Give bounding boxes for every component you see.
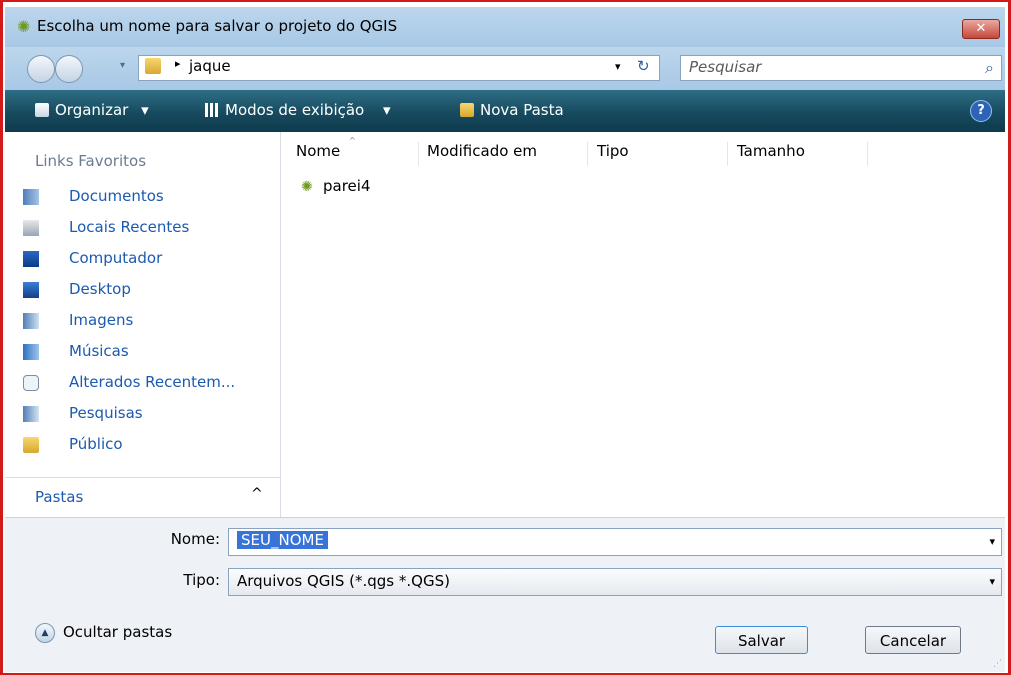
chevron-down-icon[interactable]: ▾ [989, 535, 995, 548]
window-title: Escolha um nome para salvar o projeto do… [37, 17, 398, 35]
chevron-down-icon: ▾ [141, 101, 149, 119]
type-label: Tipo: [183, 571, 220, 589]
public-folder-icon [23, 437, 39, 453]
organize-icon [35, 103, 49, 117]
column-header-label: Modificado em [427, 142, 538, 160]
save-button[interactable]: Salvar [715, 626, 808, 654]
collapse-icon: ▲ [35, 623, 55, 643]
file-name-value: SEU_NOME [237, 531, 328, 549]
file-list: Nome ^ Modificado em Tipo Tamanho ✺ pare… [281, 132, 1005, 517]
qgis-file-icon: ✺ [301, 179, 313, 195]
chevron-down-icon: ▾ [989, 575, 995, 588]
recent-places-icon [23, 220, 39, 236]
folders-toggle[interactable]: Pastas ^ [5, 477, 280, 516]
music-icon [23, 344, 39, 360]
hide-folders-label: Ocultar pastas [63, 623, 173, 641]
column-header-label: Tipo [597, 142, 629, 160]
sidebar-item-label: Locais Recentes [69, 218, 190, 236]
file-name: parei4 [323, 177, 371, 195]
column-header-modificado[interactable]: Modificado em [427, 142, 588, 166]
chevron-down-icon: ▾ [383, 101, 391, 119]
breadcrumb-current[interactable]: jaque [189, 57, 231, 75]
desktop-icon [23, 282, 39, 298]
views-menu[interactable]: Modos de exibição ▾ [205, 101, 391, 119]
chevron-up-icon: ^ [251, 486, 263, 502]
column-header-tipo[interactable]: Tipo [597, 142, 728, 166]
close-button[interactable]: ✕ [962, 19, 1000, 39]
computer-icon [23, 251, 39, 267]
sidebar-item-label: Desktop [69, 280, 131, 298]
search-icon[interactable]: ⌕ [985, 58, 994, 78]
resize-grip-icon[interactable]: ⋰ [993, 659, 1002, 669]
command-toolbar: Organizar ▾ Modos de exibição ▾ Nova Pas… [5, 90, 1005, 132]
address-row: ▾ ▸ jaque ▾ ↻ Pesquisar ⌕ [5, 47, 1005, 90]
cancel-button[interactable]: Cancelar [865, 626, 961, 654]
file-type-select[interactable]: Arquivos QGIS (*.qgs *.QGS) ▾ [228, 568, 1002, 596]
column-header-label: Tamanho [737, 142, 805, 160]
sidebar-item-label: Alterados Recentem... [69, 373, 236, 391]
qgis-icon: ✺ [17, 17, 31, 36]
sidebar-item-label: Computador [69, 249, 163, 267]
new-folder-label: Nova Pasta [480, 101, 564, 119]
breadcrumb-arrow[interactable]: ▸ [175, 57, 181, 70]
save-form: Nome: SEU_NOME ▾ Tipo: Arquivos QGIS (*.… [5, 517, 1005, 672]
sort-ascending-icon: ^ [349, 136, 356, 145]
folder-icon [145, 58, 161, 74]
title-bar: ✺ Escolha um nome para salvar o projeto … [5, 7, 1005, 47]
sidebar-item-label: Pesquisas [69, 404, 143, 422]
organize-label: Organizar [55, 101, 129, 119]
back-button[interactable] [27, 55, 55, 83]
views-icon [205, 103, 219, 117]
column-header-tamanho[interactable]: Tamanho [737, 142, 868, 166]
navigation-pane: Links Favoritos Documentos Locais Recent… [5, 132, 281, 517]
organize-menu[interactable]: Organizar ▾ [35, 101, 149, 119]
sidebar-item-label: Documentos [69, 187, 164, 205]
history-dropdown[interactable]: ▾ [120, 60, 125, 71]
views-label: Modos de exibição [225, 101, 365, 119]
recently-changed-icon [23, 375, 39, 391]
sidebar-item-label: Público [69, 435, 123, 453]
help-icon[interactable]: ? [970, 100, 992, 122]
address-bar[interactable]: ▸ jaque ▾ ↻ [138, 55, 660, 81]
favorites-heading: Links Favoritos [35, 152, 147, 170]
search-input[interactable]: Pesquisar ⌕ [680, 55, 1002, 81]
refresh-button[interactable]: ↻ [637, 57, 650, 75]
sidebar-item-label: Imagens [69, 311, 134, 329]
file-name-input[interactable]: SEU_NOME ▾ [228, 528, 1002, 556]
sidebar-item-label: Músicas [69, 342, 129, 360]
address-dropdown[interactable]: ▾ [615, 60, 621, 73]
searches-icon [23, 406, 39, 422]
column-header-label: Nome [296, 142, 341, 160]
forward-button[interactable] [55, 55, 83, 83]
pictures-icon [23, 313, 39, 329]
column-header-nome[interactable]: Nome ^ [296, 136, 419, 166]
folders-label: Pastas [35, 488, 84, 506]
file-type-value: Arquivos QGIS (*.qgs *.QGS) [237, 572, 450, 590]
new-folder-icon [460, 103, 474, 117]
documents-icon [23, 189, 39, 205]
search-placeholder: Pesquisar [689, 58, 762, 76]
name-label: Nome: [170, 530, 220, 548]
new-folder-button[interactable]: Nova Pasta [460, 101, 564, 119]
